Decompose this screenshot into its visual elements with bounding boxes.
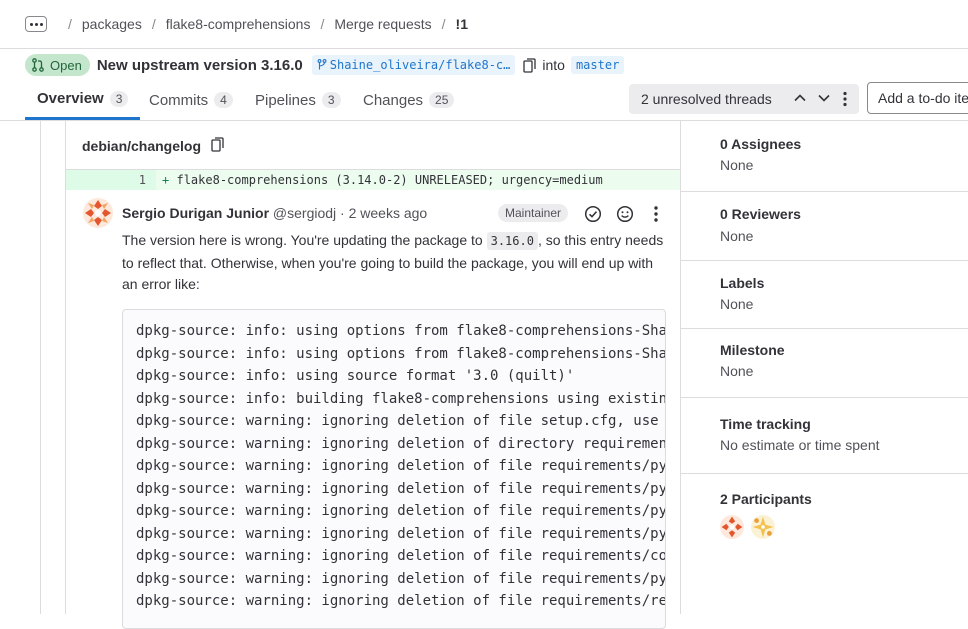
add-reaction-button[interactable] bbox=[616, 205, 634, 226]
breadcrumb-packages[interactable]: packages bbox=[82, 16, 142, 32]
tab-changes[interactable]: Changes 25 bbox=[363, 80, 455, 120]
add-todo-button[interactable]: Add a to-do item bbox=[867, 82, 968, 114]
tab-count: 3 bbox=[321, 92, 341, 108]
page-title: New upstream version 3.16.0 bbox=[96, 56, 303, 74]
assignees-section: 0 Assignees None bbox=[681, 121, 968, 192]
diff-discussion-card: debian/changelog 1 + flake8-comprehensio… bbox=[65, 121, 681, 629]
labels-title: Labels bbox=[720, 275, 765, 291]
chevron-down-icon bbox=[818, 94, 830, 102]
tab-count: 25 bbox=[429, 92, 455, 108]
code-line: dpkg-source: info: using options from fl… bbox=[136, 345, 666, 362]
inline-code: 3.16.0 bbox=[486, 232, 538, 250]
copy-icon bbox=[211, 137, 224, 152]
diff-add-marker: + bbox=[162, 173, 170, 187]
file-header: debian/changelog bbox=[82, 137, 224, 155]
milestone-section: Milestone None bbox=[681, 329, 968, 398]
merge-request-icon bbox=[32, 58, 44, 72]
milestone-title: Milestone bbox=[720, 342, 785, 358]
author-avatar-image bbox=[83, 198, 113, 228]
resolve-thread-button[interactable] bbox=[584, 205, 602, 226]
into-label: into bbox=[542, 57, 565, 73]
discussion-timeline-line bbox=[40, 121, 41, 614]
time-tracking-value: No estimate or time spent bbox=[720, 437, 880, 453]
tab-overview[interactable]: Overview 3 bbox=[25, 80, 141, 120]
breadcrumb-project[interactable]: flake8-comprehensions bbox=[166, 16, 311, 32]
code-line: dpkg-source: warning: ignoring deletion … bbox=[136, 435, 666, 452]
labels-section: Labels None bbox=[681, 261, 968, 329]
participant-avatar-image bbox=[751, 515, 775, 539]
participants-title: 2 Participants bbox=[720, 491, 812, 507]
code-line: dpkg-source: warning: ignoring deletion … bbox=[136, 480, 666, 497]
unresolved-threads-bar: 2 unresolved threads bbox=[629, 84, 859, 114]
author-name[interactable]: Sergio Durigan Junior bbox=[122, 205, 269, 221]
line-number[interactable]: 1 bbox=[66, 170, 156, 190]
code-line: dpkg-source: info: using source format '… bbox=[136, 368, 575, 384]
code-line: dpkg-source: warning: ignoring deletion … bbox=[136, 548, 666, 564]
reviewers-title: 0 Reviewers bbox=[720, 206, 801, 222]
code-block: dpkg-source: info: using options from fl… bbox=[122, 309, 666, 629]
source-branch-link[interactable]: Shaine_oliveira/flake8-c… bbox=[311, 55, 516, 75]
target-branch-link[interactable]: master bbox=[570, 56, 625, 74]
time-tracking-title: Time tracking bbox=[720, 416, 811, 432]
diff-line-added: 1 + flake8-comprehensions (3.14.0-2) UNR… bbox=[66, 169, 680, 190]
role-badge: Maintainer bbox=[498, 204, 569, 222]
kebab-icon bbox=[654, 206, 658, 222]
copy-file-path-button[interactable] bbox=[211, 137, 224, 155]
comment-separator: · bbox=[340, 205, 345, 221]
smiley-icon bbox=[616, 205, 634, 223]
time-tracking-section: Time tracking No estimate or time spent bbox=[681, 398, 968, 474]
right-sidebar: 0 Assignees None 0 Reviewers None Labels… bbox=[681, 121, 968, 614]
comment-body: The version here is wrong. You're updati… bbox=[122, 232, 664, 292]
code-line: dpkg-source: warning: ignoring deletion … bbox=[136, 525, 666, 542]
ellipsis-icon bbox=[29, 22, 33, 26]
mr-title-row: Open New upstream version 3.16.0 Shaine_… bbox=[25, 54, 625, 76]
milestone-value: None bbox=[720, 363, 754, 379]
file-path[interactable]: debian/changelog bbox=[82, 138, 201, 154]
assignees-value: None bbox=[720, 157, 754, 173]
breadcrumb-merge-requests[interactable]: Merge requests bbox=[334, 16, 431, 32]
avatar[interactable] bbox=[720, 515, 744, 539]
tab-count: 4 bbox=[214, 92, 233, 108]
comment-time[interactable]: 2 weeks ago bbox=[349, 205, 428, 221]
branch-icon bbox=[317, 59, 327, 70]
comment-options-button[interactable] bbox=[653, 205, 659, 226]
threads-options-button[interactable] bbox=[842, 91, 848, 110]
status-badge: Open bbox=[25, 54, 90, 76]
reviewers-value: None bbox=[720, 228, 754, 244]
chevron-up-icon bbox=[794, 94, 806, 102]
top-bar: / packages / flake8-comprehensions / Mer… bbox=[0, 0, 968, 49]
code-line: dpkg-source: warning: ignoring deletion … bbox=[136, 570, 666, 587]
code-line: dpkg-source: warning: ignoring deletion … bbox=[136, 503, 666, 519]
author-handle[interactable]: @sergiodj bbox=[273, 205, 336, 221]
previous-thread-button[interactable] bbox=[793, 91, 807, 108]
breadcrumb-current[interactable]: !1 bbox=[456, 16, 468, 32]
check-circle-icon bbox=[584, 205, 602, 223]
mr-tabs: Overview 3 Commits 4 Pipelines 3 Changes… bbox=[0, 80, 968, 121]
code-line: dpkg-source: info: building flake8-compr… bbox=[136, 390, 666, 407]
labels-value: None bbox=[720, 296, 754, 312]
code-line: dpkg-source: warning: ignoring deletion … bbox=[136, 593, 666, 609]
avatar[interactable] bbox=[751, 515, 775, 539]
copy-branch-button[interactable] bbox=[523, 57, 537, 73]
kebab-icon bbox=[843, 91, 847, 107]
code-line: dpkg-source: warning: ignoring deletion … bbox=[136, 413, 659, 429]
code-line: dpkg-source: info: using options from fl… bbox=[136, 323, 666, 339]
tab-pipelines[interactable]: Pipelines 3 bbox=[255, 80, 341, 120]
more-actions-button[interactable] bbox=[25, 16, 47, 32]
diff-line-code: flake8-comprehensions (3.14.0-2) UNRELEA… bbox=[176, 173, 603, 187]
code-line: dpkg-source: warning: ignoring deletion … bbox=[136, 458, 666, 474]
participant-avatar-image bbox=[720, 515, 744, 539]
unresolved-threads-label[interactable]: 2 unresolved threads bbox=[641, 91, 772, 107]
copy-icon bbox=[523, 57, 537, 73]
breadcrumb: / packages / flake8-comprehensions / Mer… bbox=[68, 16, 468, 32]
reviewers-section: 0 Reviewers None bbox=[681, 192, 968, 261]
tab-commits[interactable]: Commits 4 bbox=[149, 80, 233, 120]
avatar[interactable] bbox=[83, 198, 113, 228]
next-thread-button[interactable] bbox=[817, 91, 831, 108]
assignees-title: 0 Assignees bbox=[720, 136, 802, 152]
tab-count: 3 bbox=[109, 90, 129, 107]
comment-author-line: Sergio Durigan Junior @sergiodj · 2 week… bbox=[122, 205, 427, 221]
